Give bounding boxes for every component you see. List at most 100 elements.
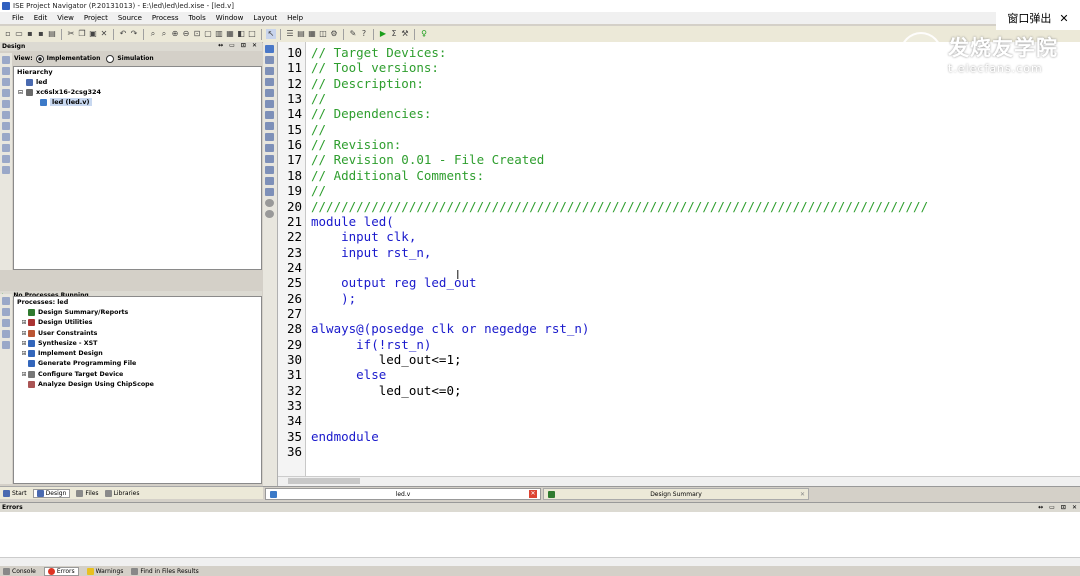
scrollbar-thumb[interactable] — [288, 478, 360, 484]
clear-bookmarks-icon[interactable] — [265, 133, 274, 141]
undo-icon[interactable]: ↶ — [118, 29, 128, 39]
code-line[interactable]: ////////////////////////////////////////… — [311, 199, 928, 214]
code-line[interactable]: output reg led_out — [311, 275, 476, 290]
split-icon[interactable]: ◧ — [236, 29, 246, 39]
tab-files[interactable]: Files — [76, 489, 99, 497]
implementation-label[interactable]: Implementation — [47, 55, 101, 62]
help-icon[interactable]: ? — [359, 29, 369, 39]
list-icon[interactable]: ☰ — [285, 29, 295, 39]
expand-icon[interactable]: ⊞ — [20, 371, 28, 378]
lightbulb-icon[interactable]: ♀ — [419, 29, 429, 39]
remove-icon[interactable] — [2, 89, 10, 97]
menu-tools[interactable]: Tools — [183, 14, 210, 22]
paste-icon[interactable]: ▣ — [88, 29, 98, 39]
code-line[interactable]: // Tool versions: — [311, 60, 439, 75]
uncomment-icon[interactable] — [265, 89, 274, 97]
insert-template-icon[interactable] — [265, 166, 274, 174]
tab-libraries[interactable]: Libraries — [104, 489, 139, 497]
process-implement[interactable]: ⊞ Implement Design — [14, 348, 261, 358]
code-line[interactable]: always@(posedge clk or negedge rst_n) — [311, 321, 589, 336]
implementation-radio[interactable] — [35, 54, 44, 63]
close-tab-icon[interactable]: ✕ — [529, 490, 537, 498]
goto-line-icon[interactable] — [265, 144, 274, 152]
process-configure-device[interactable]: ⊞ Configure Target Device — [14, 369, 261, 379]
code-line[interactable]: else — [311, 367, 386, 382]
process-chipscope[interactable]: Analyze Design Using ChipScope — [14, 379, 261, 389]
tree-item-led-module[interactable]: led (led.v) — [14, 97, 261, 107]
simulation-label[interactable]: Simulation — [117, 55, 153, 62]
code-line[interactable]: input rst_n, — [311, 245, 431, 260]
indent-icon[interactable] — [265, 56, 274, 64]
zoom-fit-icon[interactable]: ⊡ — [192, 29, 202, 39]
tab-console[interactable]: Console — [3, 567, 36, 575]
tab-find-results[interactable]: Find in Files Results — [131, 567, 199, 575]
tab-errors[interactable]: Errors — [43, 566, 79, 576]
cut-icon[interactable]: ✂ — [66, 29, 76, 39]
code-line[interactable]: // — [311, 122, 326, 137]
wrench-icon[interactable]: ✎ — [348, 29, 358, 39]
process-stop-icon[interactable] — [2, 319, 10, 327]
menu-project[interactable]: Project — [79, 14, 113, 22]
search-icon[interactable] — [2, 155, 10, 163]
new-file-icon[interactable]: ▫ — [3, 29, 13, 39]
grid-icon[interactable]: ▤ — [296, 29, 306, 39]
language-templates-icon[interactable] — [265, 155, 274, 163]
settings-icon[interactable]: ⚙ — [329, 29, 339, 39]
menu-process[interactable]: Process — [147, 14, 184, 22]
delete-icon[interactable]: ✕ — [99, 29, 109, 39]
panel-controls[interactable]: ↔ ▭ ⊡ ✕ — [1038, 504, 1079, 511]
menu-file[interactable]: File — [0, 14, 29, 22]
expand-icon[interactable]: ⊞ — [20, 330, 28, 337]
code-line[interactable]: // — [311, 91, 326, 106]
select-tool-icon[interactable] — [265, 45, 274, 53]
process-run-icon[interactable] — [2, 297, 10, 305]
expand-icon[interactable]: ⊞ — [20, 319, 28, 326]
menu-view[interactable]: View — [52, 14, 79, 22]
stop-tool-icon[interactable] — [265, 210, 274, 218]
circle-tool-icon[interactable] — [265, 199, 274, 207]
open-icon[interactable]: ▭ — [14, 29, 24, 39]
hammer-icon[interactable]: ⚒ — [400, 29, 410, 39]
code-line[interactable]: // Dependencies: — [311, 106, 431, 121]
refresh-icon[interactable] — [2, 144, 10, 152]
code-line[interactable]: led_out<=1; — [311, 352, 462, 367]
print-icon[interactable]: ▤ — [47, 29, 57, 39]
expand-icon[interactable]: ⊞ — [20, 340, 28, 347]
code-line[interactable]: endmodule — [311, 429, 379, 444]
panel-controls[interactable]: ↔ ▭ ⊡ ✕ — [218, 42, 259, 49]
tab-design-summary[interactable]: Design Summary ✕ — [543, 488, 809, 500]
code-line[interactable]: if(!rst_n) — [311, 337, 431, 352]
filter-icon[interactable] — [2, 166, 10, 174]
code-line[interactable]: module led( — [311, 214, 394, 229]
process-props-icon[interactable] — [2, 330, 10, 338]
save-icon[interactable]: ▪ — [25, 29, 35, 39]
find-icon[interactable]: ⌕ — [148, 29, 158, 39]
add-copy-icon[interactable] — [2, 78, 10, 86]
tab-led-v[interactable]: led.v ✕ — [265, 488, 541, 500]
close-icon[interactable]: ✕ — [1059, 12, 1068, 25]
tree-item-project[interactable]: led — [14, 77, 261, 87]
errors-scrollbar[interactable] — [0, 557, 1080, 566]
tree-item-device[interactable]: ⊟ xc6slx16-2csg324 — [14, 87, 261, 97]
code-line[interactable]: // Target Devices: — [311, 45, 446, 60]
cascade-icon[interactable]: ▦ — [225, 29, 235, 39]
process-generate-file[interactable]: Generate Programming File — [14, 359, 261, 369]
new-source-icon[interactable] — [2, 56, 10, 64]
pointer-tool-icon[interactable] — [265, 177, 274, 185]
code-line[interactable]: // Additional Comments: — [311, 168, 484, 183]
copy-icon[interactable]: ❐ — [77, 29, 87, 39]
next-bookmark-icon[interactable] — [265, 111, 274, 119]
outdent-icon[interactable] — [265, 67, 274, 75]
process-view-icon[interactable] — [2, 341, 10, 349]
menu-source[interactable]: Source — [113, 14, 147, 22]
collapse-toggle-icon[interactable]: ⊟ — [18, 89, 26, 96]
tab-start[interactable]: Start — [3, 489, 27, 497]
menu-edit[interactable]: Edit — [29, 14, 53, 22]
code-line[interactable]: input clk, — [311, 229, 416, 244]
sigma-icon[interactable]: Σ — [389, 29, 399, 39]
code-line[interactable]: // — [311, 183, 326, 198]
save-all-icon[interactable]: ▪ — [36, 29, 46, 39]
redo-icon[interactable]: ↷ — [129, 29, 139, 39]
zoom-in-icon[interactable]: ⊕ — [170, 29, 180, 39]
process-design-utilities[interactable]: ⊞ Design Utilities — [14, 318, 261, 328]
